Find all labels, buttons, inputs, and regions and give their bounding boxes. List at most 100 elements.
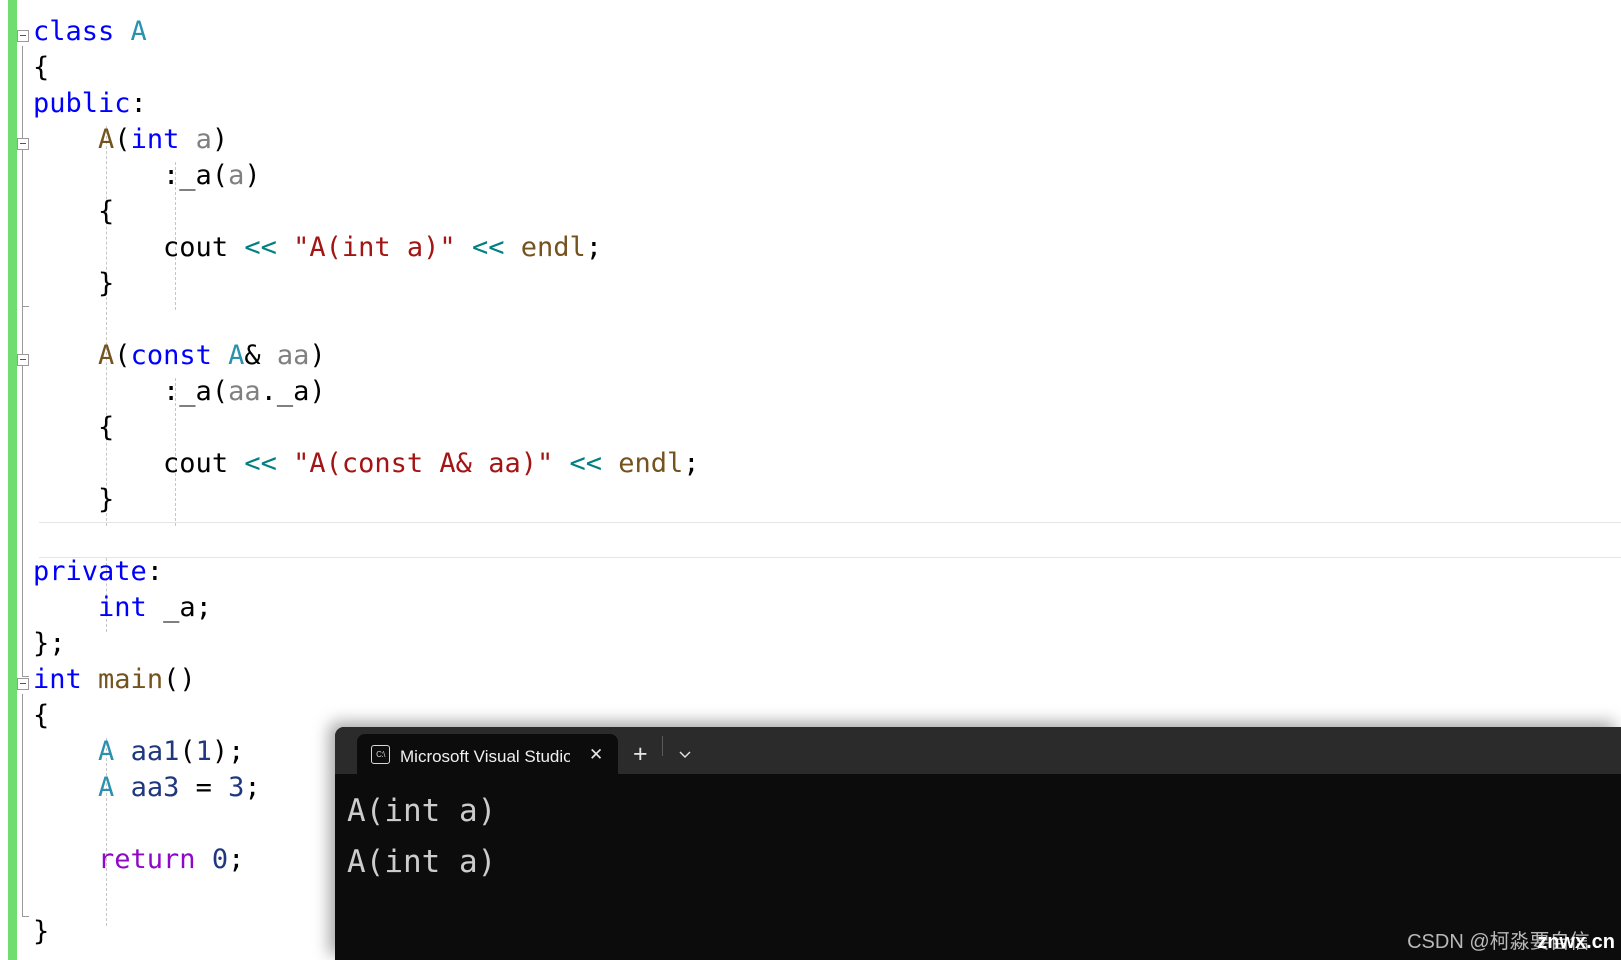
code-token: "A(int a)"	[293, 232, 456, 263]
code-token: );	[211, 736, 245, 767]
code-token: }	[98, 484, 115, 515]
code-token: )	[244, 160, 261, 191]
code-token: (	[179, 736, 196, 767]
code-token: :	[146, 556, 164, 587]
terminal-output: A(int a) A(int a)	[347, 793, 497, 880]
code-token: {	[33, 700, 50, 731]
fold-toggle-main[interactable]	[17, 678, 29, 690]
code-token: <<	[244, 448, 277, 479]
code-token: <<	[569, 448, 602, 479]
terminal-titlebar[interactable]: C:\ Microsoft Visual Studio 调试控 ✕ +	[335, 727, 1621, 774]
code-line: private:	[33, 554, 700, 590]
code-token: A	[130, 16, 147, 47]
code-line: public:	[33, 86, 700, 122]
code-token: 3	[228, 772, 245, 803]
code-line: {	[33, 194, 700, 230]
code-token: ;	[683, 448, 700, 479]
code-token: aa	[228, 376, 261, 407]
code-token: }	[98, 268, 115, 299]
fold-toggle-ctor-copy[interactable]	[17, 354, 29, 366]
code-token: ._a)	[260, 376, 326, 407]
fold-guide-ctor1	[22, 154, 23, 306]
code-token: a	[228, 160, 245, 191]
code-token: A	[228, 340, 245, 371]
watermark-logo: znwx.cn	[1537, 931, 1615, 953]
terminal-tab[interactable]: C:\ Microsoft Visual Studio 调试控 ✕	[357, 734, 619, 774]
code-token: 1	[195, 736, 212, 767]
code-line: :_a(aa._a)	[33, 374, 700, 410]
code-line: }	[33, 482, 700, 518]
code-token: ()	[163, 664, 196, 695]
code-line: :_a(a)	[33, 158, 700, 194]
code-token: ;	[228, 844, 245, 875]
code-token: aa3	[130, 772, 180, 803]
code-token: }	[33, 916, 50, 947]
code-token: <<	[471, 232, 505, 263]
change-tracking-bar	[8, 0, 17, 960]
code-line: A(const A& aa)	[33, 338, 700, 374]
code-token: class	[33, 16, 115, 47]
code-token: cout	[163, 448, 229, 479]
code-line: }	[33, 266, 700, 302]
code-token: A	[98, 736, 115, 767]
code-token: aa1	[130, 736, 180, 767]
code-token: 0	[211, 844, 229, 875]
code-token: const	[130, 340, 212, 371]
code-line: {	[33, 410, 700, 446]
code-token: aa	[276, 340, 310, 371]
close-icon[interactable]: ✕	[584, 743, 608, 766]
code-token: )	[309, 340, 326, 371]
code-token: <<	[244, 232, 277, 263]
code-token: ;	[244, 772, 261, 803]
code-line: {	[33, 50, 700, 86]
fold-toggle-ctor-int[interactable]	[17, 138, 29, 150]
fold-toggle-class[interactable]	[17, 30, 29, 42]
code-token: };	[33, 628, 66, 659]
code-token: A	[98, 340, 115, 371]
code-token: {	[33, 52, 50, 83]
code-token: return	[98, 844, 196, 875]
code-token: int	[33, 664, 82, 695]
code-line: };	[33, 626, 700, 662]
chevron-down-icon[interactable]	[663, 734, 707, 774]
new-tab-button[interactable]: +	[618, 734, 662, 774]
code-token: private	[33, 556, 147, 587]
code-token: a	[195, 124, 212, 155]
code-token: {	[98, 412, 115, 443]
code-line: class A	[33, 14, 700, 50]
terminal-window[interactable]: C:\ Microsoft Visual Studio 调试控 ✕ + A(in…	[335, 727, 1621, 960]
code-token: :_a(	[163, 376, 229, 407]
code-token: A	[98, 124, 115, 155]
code-line: int main()	[33, 662, 700, 698]
code-token: int	[130, 124, 180, 155]
code-token: _a;	[146, 592, 212, 623]
console-icon: C:\	[371, 744, 390, 764]
code-token: {	[98, 196, 115, 227]
fold-guide-main	[22, 694, 23, 916]
code-line: cout << "A(int a)" << endl;	[33, 230, 700, 266]
code-token: endl	[618, 448, 684, 479]
code-token: "A(const A& aa)"	[293, 448, 554, 479]
fold-end-class	[22, 676, 29, 677]
code-token: (	[114, 124, 131, 155]
code-line: cout << "A(const A& aa)" << endl;	[33, 446, 700, 482]
csdn-watermark: CSDN @柯淼要自信 znwx.cn	[1407, 925, 1615, 954]
code-token: :_a(	[163, 160, 229, 191]
code-line: A(int a)	[33, 122, 700, 158]
code-token: (	[114, 340, 131, 371]
code-token: main	[98, 664, 164, 695]
